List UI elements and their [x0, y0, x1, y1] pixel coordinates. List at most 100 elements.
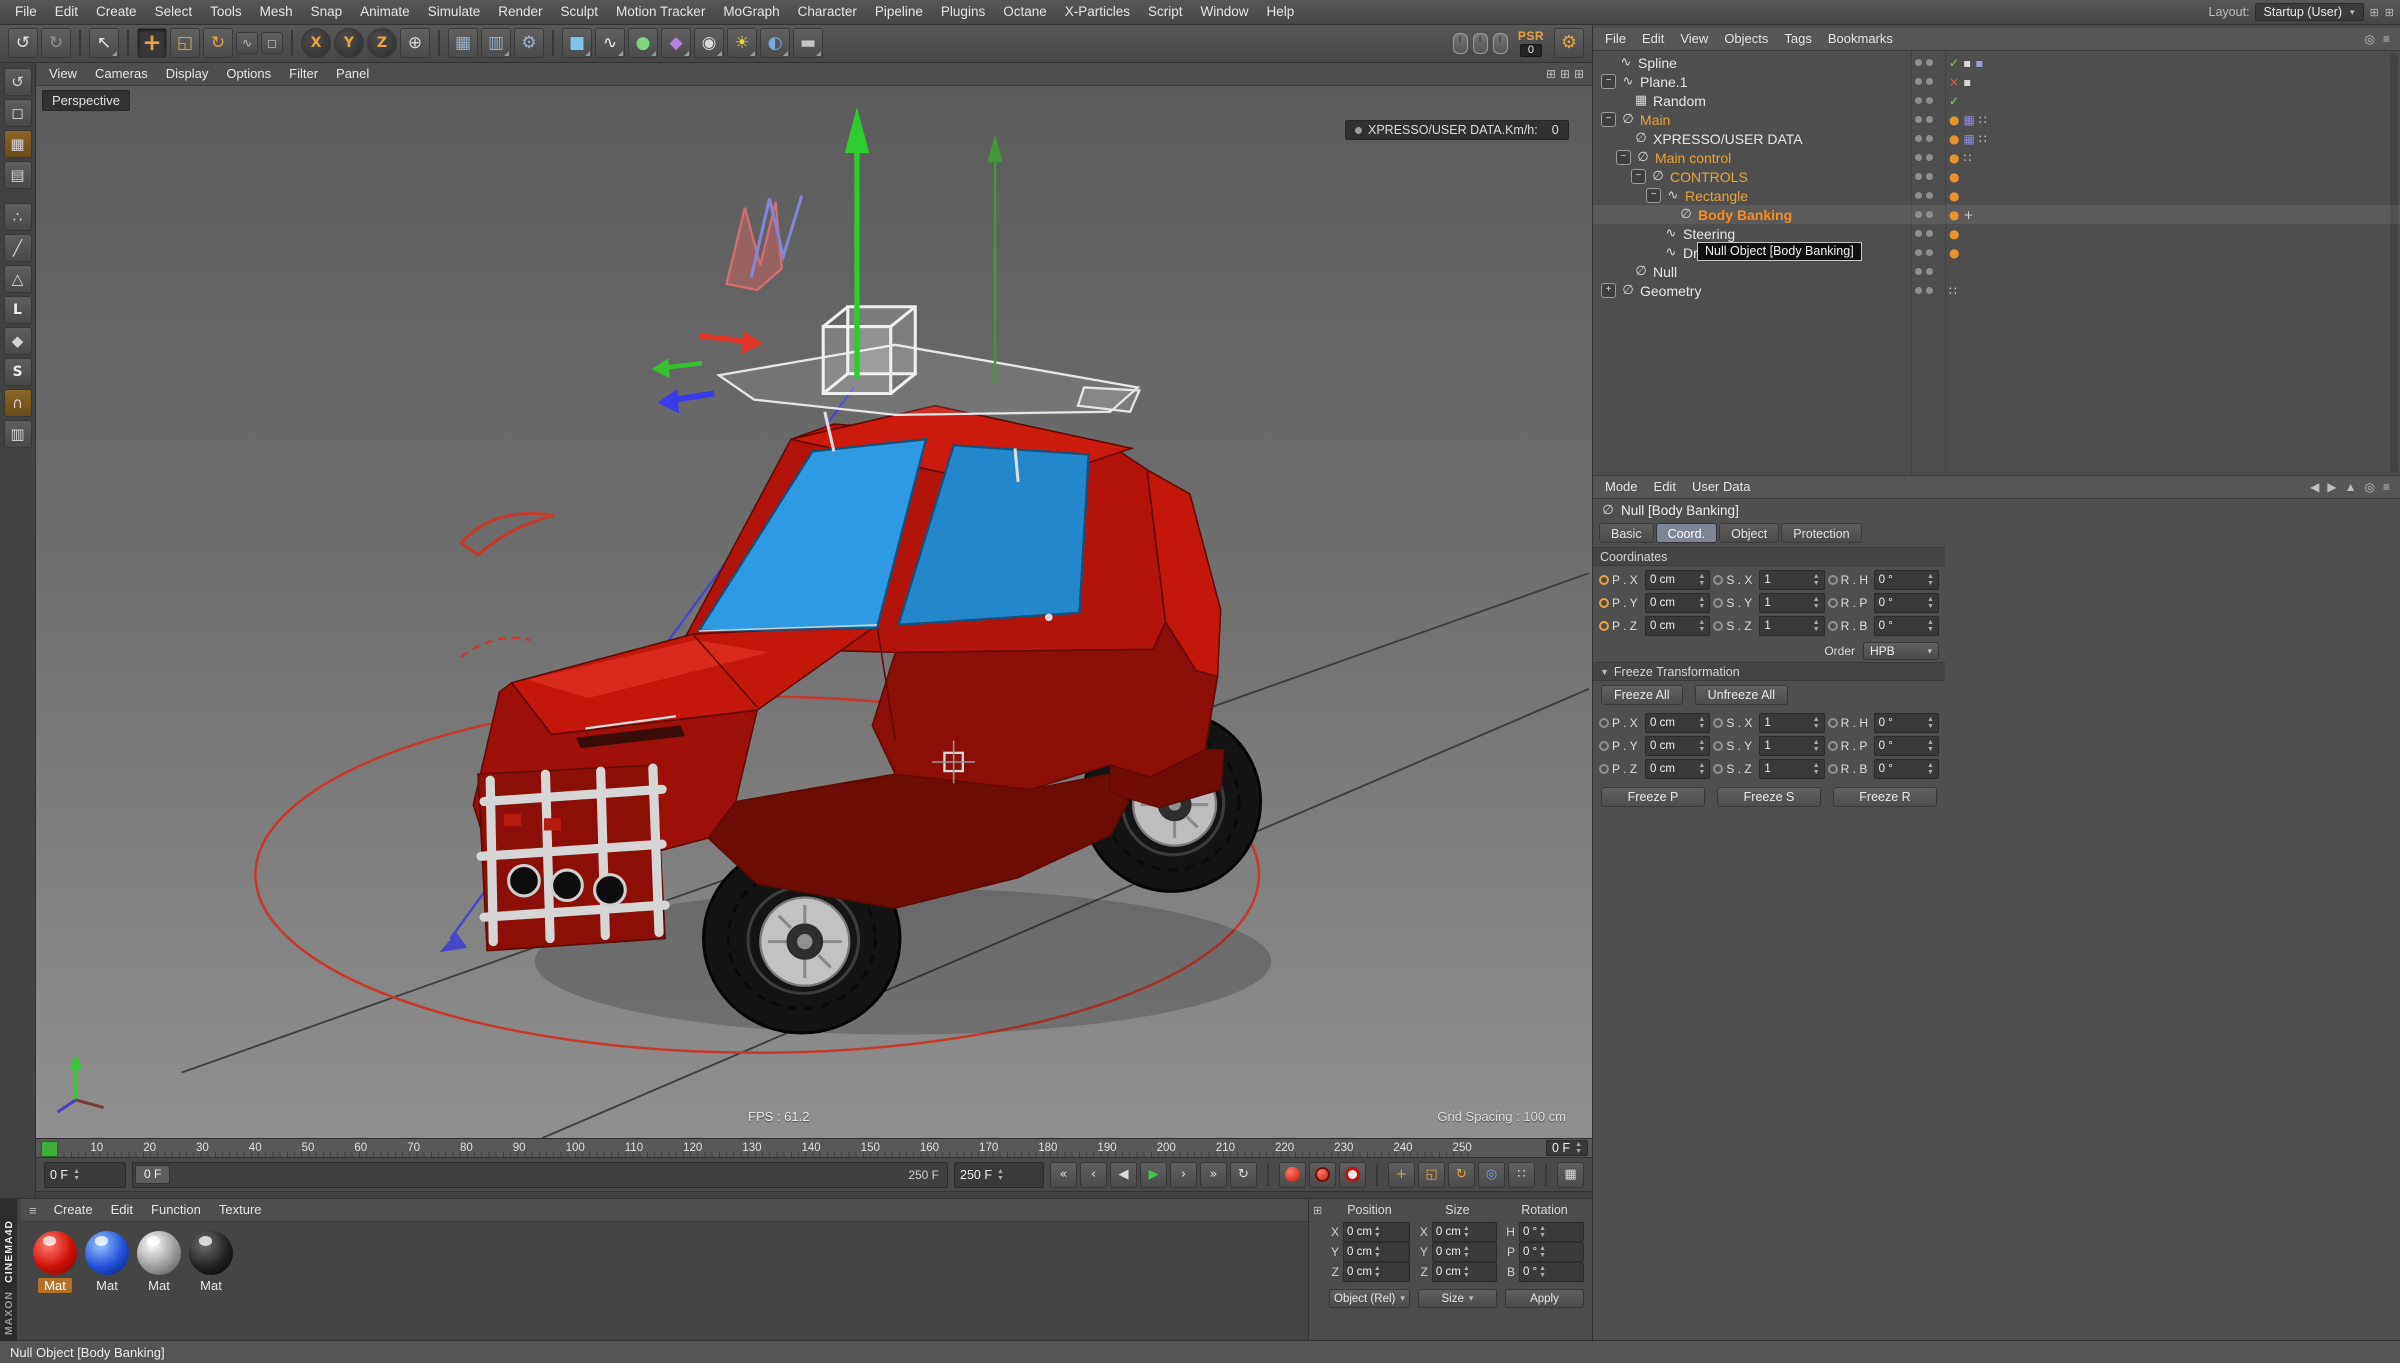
keyframe-ring-icon[interactable] — [1713, 741, 1723, 751]
camera-icon[interactable]: ◉ — [694, 28, 724, 58]
tag-badge[interactable]: ● — [1949, 152, 1959, 164]
tag-badge[interactable]: ∷ — [1949, 285, 1957, 297]
value-field[interactable]: 0 cm▲▼ — [1645, 570, 1710, 590]
record-position-toggle[interactable]: + — [1388, 1162, 1415, 1188]
stepper-icon[interactable]: ▲▼ — [1374, 1265, 1381, 1279]
menubar-item[interactable]: Motion Tracker — [607, 0, 714, 24]
visibility-dots[interactable] — [1915, 192, 1937, 199]
x-axis-lock-button[interactable]: X — [301, 28, 331, 58]
viewport-layout-1-icon[interactable]: ⊞ — [1546, 67, 1556, 81]
object-label[interactable]: XPRESSO/USER DATA — [1653, 131, 1803, 147]
tag-badge[interactable]: ▪ — [1975, 57, 1983, 69]
viewport-menu-item[interactable]: Options — [217, 63, 280, 85]
tab-object[interactable]: Object — [1719, 523, 1779, 543]
z-axis-lock-button[interactable]: Z — [367, 28, 397, 58]
keyframe-ring-icon[interactable] — [1599, 598, 1609, 608]
nav-forward-icon[interactable]: ▶ — [2327, 480, 2336, 494]
viewport-menu-item[interactable]: Panel — [327, 63, 378, 85]
toolbar-separator[interactable] — [79, 30, 81, 56]
tag-badge[interactable]: ∷ — [1963, 152, 1971, 164]
tree-row[interactable]: − ∿ Rectangle ● — [1593, 186, 2400, 205]
menubar-item[interactable]: Animate — [351, 0, 419, 24]
menubar-item[interactable]: Character — [789, 0, 866, 24]
end-frame-field[interactable]: 250 F ▲▼ — [954, 1162, 1044, 1188]
material-label[interactable]: Mat — [90, 1278, 124, 1293]
coordinate-field[interactable]: 0 cm ▲▼ — [1432, 1242, 1497, 1262]
stepper-icon[interactable]: ▲▼ — [1374, 1225, 1381, 1239]
apply-button[interactable]: Apply — [1505, 1289, 1584, 1308]
tree-row[interactable]: ∅ Null — [1593, 262, 2400, 281]
panel-menu-icon[interactable]: ≡ — [21, 1203, 45, 1218]
object-manager-menu-item[interactable]: File — [1597, 28, 1634, 50]
keyframe-ring-icon[interactable] — [1713, 598, 1723, 608]
sky-icon[interactable]: ◐ — [760, 28, 790, 58]
floor-icon[interactable]: ▬ — [793, 28, 823, 58]
psr-hud[interactable]: PSR 0 — [1518, 30, 1544, 57]
stepper-icon[interactable]: ▲▼ — [1539, 1225, 1546, 1239]
object-label[interactable]: Steering — [1683, 226, 1735, 242]
keyframe-ring-icon[interactable] — [1828, 575, 1838, 585]
value-field[interactable]: 1▲▼ — [1759, 713, 1824, 733]
texture-mode-icon[interactable]: ▦ — [4, 130, 32, 158]
keyframe-ring-icon[interactable] — [1713, 575, 1723, 585]
menubar-item[interactable]: Octane — [994, 0, 1056, 24]
material-label[interactable]: Mat — [38, 1278, 72, 1293]
tree-row[interactable]: − ∿ Plane.1 ×▪ — [1593, 72, 2400, 91]
menubar-item[interactable]: Mesh — [251, 0, 302, 24]
menubar-item[interactable]: Render — [489, 0, 551, 24]
tag-badge[interactable]: ● — [1949, 133, 1959, 145]
object-manager-menu-item[interactable]: View — [1672, 28, 1716, 50]
tree-row[interactable]: − ∅ Main ●▦∷ — [1593, 110, 2400, 129]
menubar-item[interactable]: Plugins — [932, 0, 994, 24]
visibility-dots[interactable] — [1915, 97, 1937, 104]
object-label[interactable]: Spline — [1638, 55, 1677, 71]
expander-icon[interactable] — [1616, 265, 1629, 278]
coordinate-field[interactable]: 0 ° ▲▼ — [1519, 1222, 1584, 1242]
keyframe-ring-icon[interactable] — [1599, 764, 1609, 774]
coordinates-section-header[interactable]: Coordinates — [1593, 547, 1945, 566]
keyframe-ring-icon[interactable] — [1828, 718, 1838, 728]
playhead-marker[interactable] — [41, 1141, 58, 1157]
autokey-button[interactable] — [1309, 1162, 1336, 1188]
menubar-item[interactable]: Simulate — [419, 0, 490, 24]
snap-letter[interactable]: S — [4, 358, 32, 386]
search-icon[interactable]: ◎ — [2365, 480, 2375, 494]
keyframe-ring-icon[interactable] — [1713, 621, 1723, 631]
expander-icon[interactable]: − — [1601, 112, 1616, 127]
menubar-item[interactable]: Help — [1258, 0, 1304, 24]
window-panel-icon[interactable]: ⊞ — [2370, 6, 2379, 19]
visibility-dots[interactable] — [1915, 154, 1937, 161]
visibility-dots[interactable] — [1915, 116, 1937, 123]
stepper-icon[interactable]: ▲▼ — [997, 1168, 1004, 1182]
object-manager-menu-item[interactable]: Objects — [1716, 28, 1776, 50]
object-manager-menu-item[interactable]: Edit — [1634, 28, 1672, 50]
make-editable-icon[interactable]: ↺ — [4, 68, 32, 96]
keyframe-ring-icon[interactable] — [1828, 764, 1838, 774]
camera-label[interactable]: Perspective — [42, 90, 130, 111]
tag-badge[interactable]: ▦ — [1963, 114, 1974, 126]
timeline-ruler[interactable]: 0102030405060708090100110120130140150160… — [36, 1139, 1592, 1158]
toolbar-separator[interactable] — [552, 30, 554, 56]
menubar-item[interactable]: File — [6, 0, 46, 24]
visibility-dots[interactable] — [1915, 59, 1937, 66]
menubar-item[interactable]: Pipeline — [866, 0, 932, 24]
object-label[interactable]: Null — [1653, 264, 1677, 280]
prev-key-button[interactable]: ‹ — [1080, 1162, 1107, 1188]
tag-badge[interactable]: × — [1949, 76, 1959, 88]
keyframe-ring-icon[interactable] — [1599, 621, 1609, 631]
tab-protection[interactable]: Protection — [1781, 523, 1861, 543]
expander-icon[interactable]: − — [1601, 74, 1616, 89]
visibility-dots[interactable] — [1915, 287, 1937, 294]
tag-badge[interactable]: ● — [1949, 228, 1959, 240]
menubar-item[interactable]: Sculpt — [552, 0, 608, 24]
object-label[interactable]: Rectangle — [1685, 188, 1748, 204]
coordinate-field[interactable]: 0 ° ▲▼ — [1519, 1262, 1584, 1282]
scale-tool-icon[interactable]: ◱ — [170, 28, 200, 58]
visibility-dots[interactable] — [1915, 249, 1937, 256]
object-manager-menu-item[interactable]: Tags — [1776, 28, 1819, 50]
keyframe-ring-icon[interactable] — [1713, 718, 1723, 728]
menubar-item[interactable]: X-Particles — [1056, 0, 1139, 24]
axis-mode-icon[interactable]: ◆ — [4, 327, 32, 355]
panel-menu-icon[interactable]: ≡ — [2383, 480, 2390, 494]
expander-icon[interactable] — [1616, 94, 1629, 107]
